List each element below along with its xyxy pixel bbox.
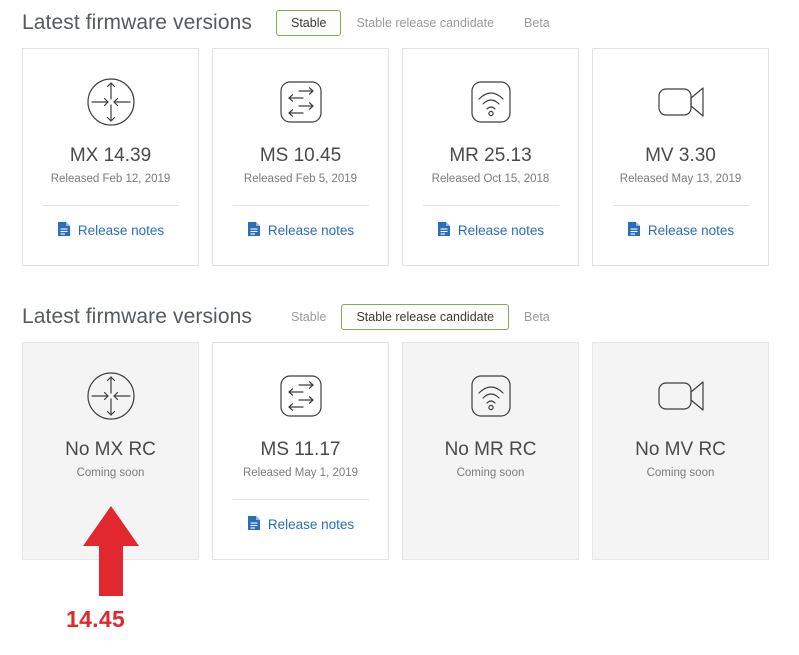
document-icon: [247, 221, 261, 241]
firmware-card-ms[interactable]: MS 10.45 Released Feb 5, 2019 Release no…: [212, 48, 389, 266]
firmware-status: Coming soon: [76, 467, 145, 479]
divider: [42, 205, 179, 206]
video-camera-icon: [650, 365, 712, 427]
tab-stable-release-candidate[interactable]: Stable release candidate: [341, 10, 509, 36]
document-icon: [627, 221, 641, 241]
release-notes-label: Release notes: [457, 223, 545, 238]
divider: [232, 499, 369, 500]
divider: [232, 205, 369, 206]
video-camera-icon: [650, 71, 712, 133]
firmware-card-ms[interactable]: MS 11.17 Released May 1, 2019 Release no…: [212, 342, 389, 560]
tab-beta[interactable]: Beta: [509, 10, 565, 36]
firmware-card-mr[interactable]: No MR RC Coming soon: [402, 342, 579, 560]
tab-beta[interactable]: Beta: [509, 304, 565, 330]
release-notes-link[interactable]: Release notes: [247, 515, 354, 535]
firmware-card-mv[interactable]: MV 3.30 Released May 13, 2019 Release no…: [592, 48, 769, 266]
annotation-label: 14.45: [66, 606, 126, 632]
firmware-status: Coming soon: [646, 467, 715, 479]
release-notes-label: Release notes: [267, 223, 355, 238]
tab-stable[interactable]: Stable: [276, 304, 341, 330]
release-notes-link[interactable]: Release notes: [247, 221, 354, 241]
divider: [612, 205, 749, 206]
firmware-version: No MX RC: [65, 439, 156, 460]
release-notes-link[interactable]: Release notes: [627, 221, 734, 241]
firmware-release-date: Released Feb 5, 2019: [243, 173, 358, 185]
firmware-card-mr[interactable]: MR 25.13 Released Oct 15, 2018 Release n…: [402, 48, 579, 266]
firmware-version: No MR RC: [444, 439, 537, 460]
firmware-release-date: Released Feb 12, 2019: [50, 173, 171, 185]
release-notes-label: Release notes: [77, 223, 165, 238]
firmware-version: MR 25.13: [449, 145, 532, 166]
wifi-access-point-icon: [460, 365, 522, 427]
firmware-version: MX 14.39: [69, 145, 152, 166]
wifi-access-point-icon: [460, 71, 522, 133]
switch-icon: [270, 71, 332, 133]
firmware-version: MV 3.30: [645, 145, 716, 166]
firmware-release-date: Released May 1, 2019: [242, 467, 359, 479]
section-header-stable: Latest firmware versions Stable Stable r…: [0, 0, 799, 46]
page-title: Latest firmware versions: [22, 305, 252, 328]
tab-stable[interactable]: Stable: [275, 10, 342, 36]
release-channel-tabs: Stable Stable release candidate Beta: [276, 304, 565, 330]
release-notes-label: Release notes: [267, 517, 355, 532]
page-title: Latest firmware versions: [22, 11, 252, 34]
firmware-release-date: Released Oct 15, 2018: [431, 173, 550, 185]
release-notes-label: Release notes: [647, 223, 735, 238]
release-notes-link[interactable]: Release notes: [437, 221, 544, 241]
tab-stable-release-candidate[interactable]: Stable release candidate: [341, 304, 510, 330]
firmware-card-mx[interactable]: MX 14.39 Released Feb 12, 2019 Release n…: [22, 48, 199, 266]
document-icon: [437, 221, 451, 241]
document-icon: [247, 515, 261, 535]
firmware-version: MS 10.45: [259, 145, 342, 166]
router-icon: [80, 71, 142, 133]
release-channel-tabs: Stable Stable release candidate Beta: [275, 10, 565, 36]
firmware-version: No MV RC: [635, 439, 726, 460]
switch-icon: [270, 365, 332, 427]
firmware-card-mv[interactable]: No MV RC Coming soon: [592, 342, 769, 560]
firmware-version: MS 11.17: [260, 439, 341, 460]
router-icon: [80, 365, 142, 427]
firmware-status: Coming soon: [456, 467, 525, 479]
section-header-release-candidate: Latest firmware versions Stable Stable r…: [0, 294, 799, 340]
firmware-card-grid-stable: MX 14.39 Released Feb 12, 2019 Release n…: [0, 48, 799, 274]
release-notes-link[interactable]: Release notes: [57, 221, 164, 241]
firmware-section-stable: Latest firmware versions Stable Stable r…: [0, 0, 799, 274]
document-icon: [57, 221, 71, 241]
divider: [422, 205, 559, 206]
up-arrow-annotation-icon: [82, 504, 140, 596]
firmware-release-date: Released May 13, 2019: [619, 173, 742, 185]
